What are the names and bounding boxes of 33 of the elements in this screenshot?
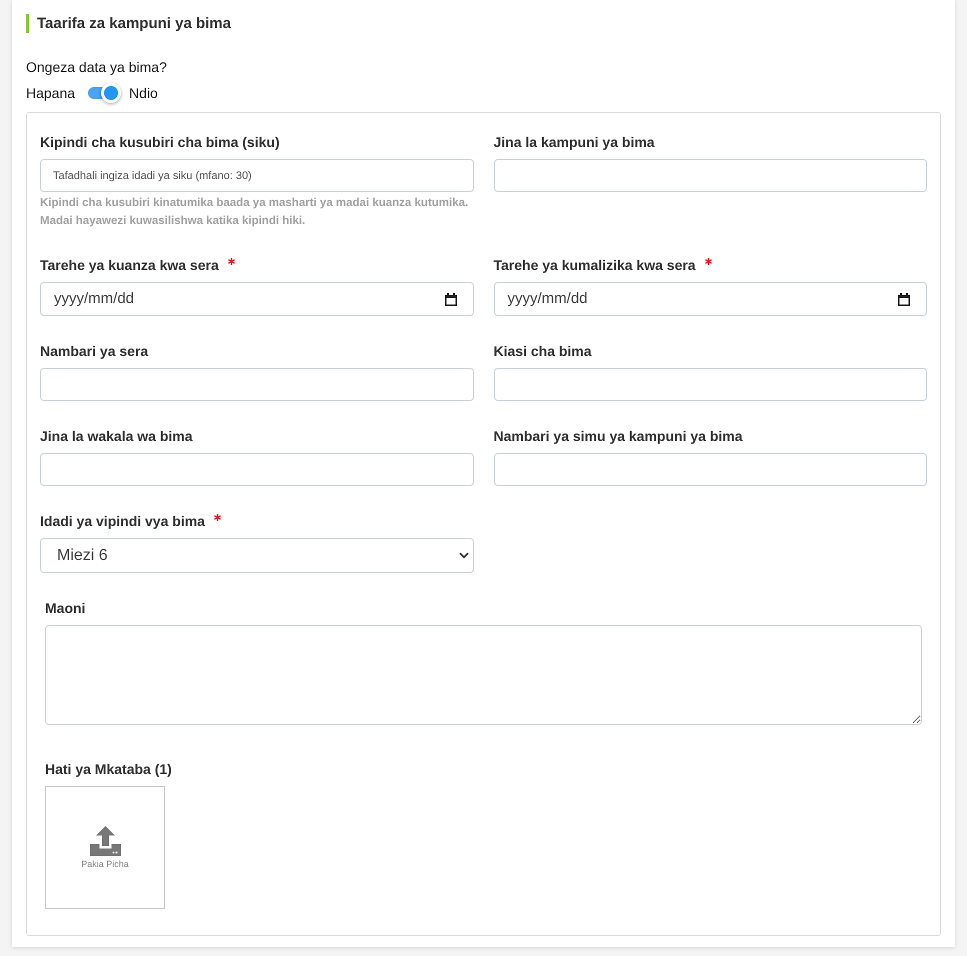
date-field[interactable]: yyyy/mm/dd [40, 282, 474, 316]
field-label: Idadi ya vipindi vya bima [40, 512, 205, 531]
chevron-down-icon [458, 552, 468, 559]
field-label: Nambari ya simu ya kampuni ya bima [494, 427, 742, 446]
field-label: Maoni [45, 599, 86, 618]
toggle-switch[interactable] [88, 83, 122, 103]
section-title: Taarifa za kampuni ya bima [26, 14, 231, 33]
calendar-icon[interactable] [444, 292, 456, 306]
field-label: Tarehe ya kuanza kwa sera [40, 256, 219, 275]
text-input-field[interactable] [40, 453, 474, 486]
comments-textarea[interactable] [45, 625, 922, 725]
field-label: Tarehe ya kumalizika kwa sera [494, 256, 696, 275]
on-label: Ndio [129, 84, 158, 103]
field-label: Jina la kampuni ya bima [494, 133, 655, 152]
upload-icon [90, 826, 120, 856]
calendar-icon[interactable] [898, 292, 910, 306]
text-input-field[interactable] [494, 159, 927, 192]
text-input-field[interactable] [494, 453, 927, 486]
off-label: Hapana [26, 84, 76, 103]
help-text: Kipindi cha kusubiri kinatumika baada ya masharti ya madai kuanza kutumika. [40, 196, 468, 211]
text-input-field[interactable] [494, 368, 927, 401]
field-label: Jina la wakala wa bima [40, 427, 193, 446]
toggle-question: Ongeza data ya bima? [26, 58, 167, 77]
text-input-field[interactable] [40, 368, 474, 401]
field-label: Kipindi cha kusubiri cha bima (siku) [40, 133, 280, 152]
text-input-field[interactable]: Tafadhali ingiza idadi ya siku (mfano: 30) [40, 159, 474, 192]
field-label: Kiasi cha bima [494, 342, 592, 361]
field-label: Nambari ya sera [40, 342, 148, 361]
help-text: Madai hayawezi kuwasilishwa katika kipindi hiki. [40, 214, 306, 229]
upload-button[interactable]: Pakia Picha [45, 786, 165, 909]
date-field[interactable]: yyyy/mm/dd [494, 282, 927, 316]
field-label: Hati ya Mkataba (1) [45, 760, 172, 779]
select-field[interactable]: Miezi 6 [40, 538, 474, 573]
